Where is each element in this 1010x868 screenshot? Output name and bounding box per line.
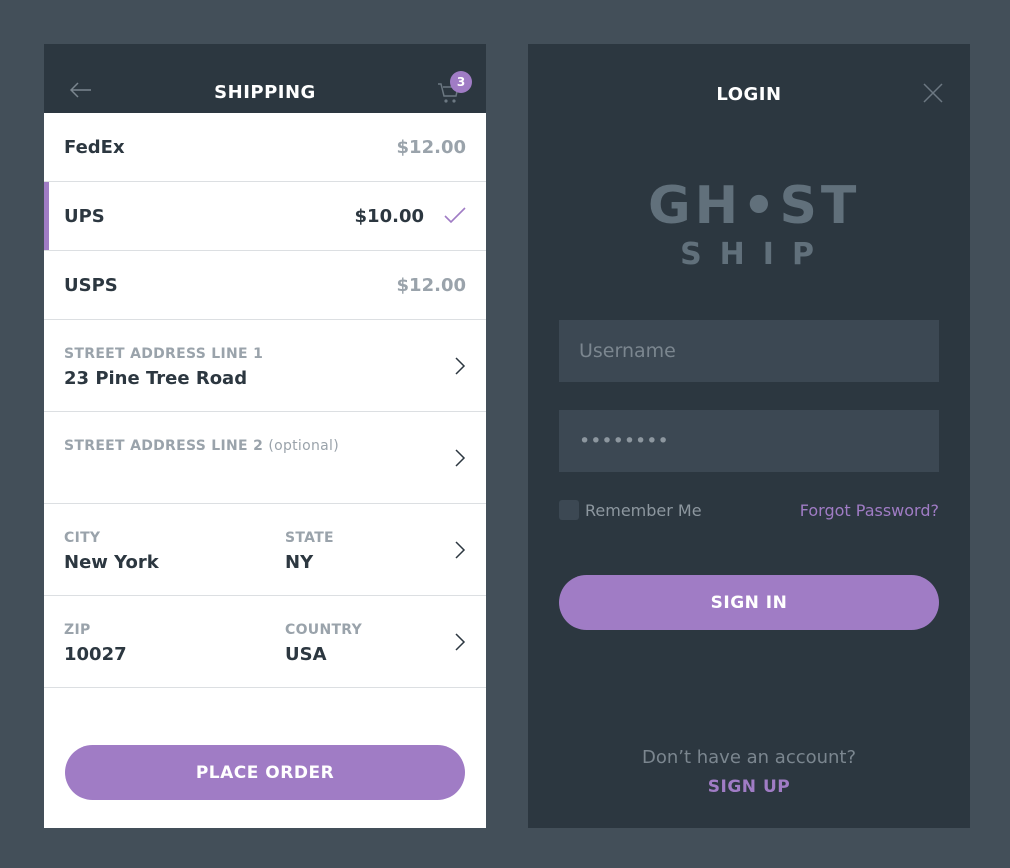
login-title: LOGIN (716, 84, 782, 105)
optional-hint: (optional) (268, 438, 339, 454)
password-input[interactable] (559, 410, 939, 472)
check-icon (444, 207, 466, 224)
forgot-password-link[interactable]: Forgot Password? (800, 501, 939, 520)
shipping-option-name: UPS (64, 206, 105, 227)
sign-up-link[interactable]: SIGN UP (528, 777, 970, 797)
ghost-ship-logo: GH•ST SHIP (648, 176, 861, 272)
shipping-option-name: USPS (64, 275, 118, 296)
field-label: STREET ADDRESS LINE 1 (64, 346, 264, 362)
shipping-option-fedex[interactable]: FedEx $12.00 (44, 113, 486, 182)
street-address-line1-field[interactable]: STREET ADDRESS LINE 1 23 Pine Tree Road (44, 320, 486, 412)
shipping-header: SHIPPING 3 (44, 44, 486, 113)
zip-value: 10027 (64, 644, 127, 665)
state-value: NY (285, 552, 314, 573)
shipping-option-price: $12.00 (396, 137, 466, 158)
shipping-option-ups[interactable]: UPS $10.00 (44, 182, 486, 251)
state-label: STATE (285, 530, 334, 546)
shipping-option-usps[interactable]: USPS $12.00 (44, 251, 486, 320)
chevron-right-icon (455, 633, 466, 651)
cart-count-badge: 3 (450, 71, 472, 93)
field-label: STREET ADDRESS LINE 2 (optional) (64, 438, 339, 454)
city-value: New York (64, 552, 159, 573)
zip-country-field[interactable]: ZIP 10027 COUNTRY USA (44, 596, 486, 688)
country-label: COUNTRY (285, 622, 363, 638)
shipping-option-name: FedEx (64, 137, 125, 158)
remember-me-checkbox[interactable] (559, 500, 579, 520)
city-label: CITY (64, 530, 101, 546)
shipping-option-price: $12.00 (396, 275, 466, 296)
page-title: SHIPPING (214, 82, 316, 103)
logo-wordmark-bottom: SHIP (680, 237, 832, 272)
logo-wordmark-top: GH•ST (648, 176, 861, 236)
place-order-button[interactable]: PLACE ORDER (65, 745, 465, 800)
username-input[interactable] (559, 320, 939, 382)
shipping-panel: SHIPPING 3 FedEx $12.00 UPS $10.00 USPS … (44, 44, 486, 828)
country-value: USA (285, 644, 327, 665)
chevron-right-icon (455, 541, 466, 559)
remember-me-label: Remember Me (585, 501, 702, 520)
shipping-option-price: $10.00 (354, 206, 424, 227)
street-address-line2-field[interactable]: STREET ADDRESS LINE 2 (optional) (44, 412, 486, 504)
chevron-right-icon (455, 449, 466, 467)
city-state-field[interactable]: CITY New York STATE NY (44, 504, 486, 596)
zip-label: ZIP (64, 622, 91, 638)
login-panel: LOGIN GH•ST SHIP Remember Me Forgot Pass… (528, 44, 970, 828)
field-value: 23 Pine Tree Road (64, 368, 248, 389)
no-account-text: Don’t have an account? (641, 747, 857, 768)
sign-in-button[interactable]: SIGN IN (559, 575, 939, 630)
close-icon[interactable] (923, 83, 943, 103)
chevron-right-icon (455, 357, 466, 375)
